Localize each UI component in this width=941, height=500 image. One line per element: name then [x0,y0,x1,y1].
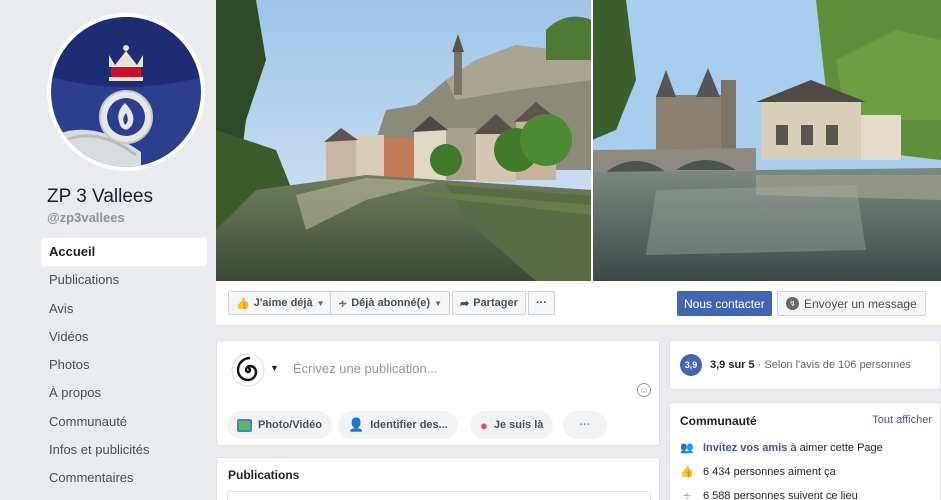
nav-item-publications[interactable]: Publications [41,266,207,294]
invite-friends-row: 👥 Invitez vos amis à aimer cette Page [680,441,883,455]
composer-input-area[interactable]: ▼ Écrivez une publication... ☺ [217,341,659,401]
like-button[interactable]: 👍 J'aime déjà ▼ [228,291,333,315]
invite-friends-text: à aimer cette Page [787,441,883,454]
emoji-icon[interactable]: ☺ [637,383,651,397]
location-pin-icon: ● [480,417,488,433]
likes-row: 👍 6 434 personnes aiment ça [680,465,836,479]
photo-video-label: Photo/Vidéo [258,419,322,431]
rating-summary: 3,9 sur 5 · Selon l'avis de 106 personne… [710,359,911,371]
nav-item-infos-publicites[interactable]: Infos et publicités [41,436,207,464]
community-card: Communauté Tout afficher 👥 Invitez vos a… [669,402,941,500]
photo-video-button[interactable]: Photo/Vidéo [227,411,332,439]
see-all-link[interactable]: Tout afficher [872,414,932,426]
left-column: ZP 3 Vallees @zp3vallees Accueil Publica… [0,0,216,500]
followers-count: 6 588 personnes suivent ce lieu [703,489,858,500]
follow-button[interactable]: ∻ Déjà abonné(e) ▼ [330,291,450,315]
nav-item-communaute[interactable]: Communauté [41,408,207,436]
cover-photo[interactable] [216,0,941,281]
page-nav: Accueil Publications Avis Vidéos Photos … [41,238,207,493]
thumbs-up-icon: 👍 [680,466,694,478]
chevron-down-icon[interactable]: ▼ [270,363,279,373]
invite-friends-link[interactable]: Invitez vos amis [703,442,787,454]
nav-item-a-propos[interactable]: À propos [41,379,207,407]
profile-picture[interactable] [47,13,205,171]
rating-score: 3,9 sur 5 [710,359,755,371]
rating-badge: 3,9 [680,354,702,376]
thumbs-up-icon: 👍 [236,297,250,310]
page-action-bar: 👍 J'aime déjà ▼ ∻ Déjà abonné(e) ▼ ➦ Par… [216,281,941,326]
contact-button[interactable]: Nous contacter [677,291,772,316]
ellipsis-icon: ··· [579,419,591,431]
likes-count: 6 434 personnes aiment ça [703,465,836,478]
page-avatar-spiral-icon [231,353,265,387]
composer-more-button[interactable]: ··· [563,411,607,439]
check-in-label: Je suis là [493,419,544,431]
photo-icon [237,418,252,432]
rating-detail: · Selon l'avis de 106 personnes [754,359,911,371]
page-title[interactable]: ZP 3 Vallees [47,186,153,208]
check-in-button[interactable]: ● Je suis là [470,411,554,439]
follow-button-label: Déjà abonné(e) [351,297,431,309]
tag-people-label: Identifier des... [370,419,448,431]
publication-card [227,491,651,500]
rating-card[interactable]: 3,9 3,9 sur 5 · Selon l'avis de 106 pers… [669,340,941,390]
people-icon: 👥 [680,442,694,454]
nav-item-avis[interactable]: Avis [41,295,207,323]
like-button-label: J'aime déjà [253,297,313,309]
rss-icon: ∻ [338,297,348,310]
share-arrow-icon: ➦ [460,297,470,310]
send-message-button[interactable]: ↯ Envoyer un message [777,291,926,316]
page-handle[interactable]: @zp3vallees [47,210,125,225]
share-button[interactable]: ➦ Partager [452,291,526,315]
tag-people-button[interactable]: 👤 Identifier des... [338,411,458,439]
send-message-label: Envoyer un message [804,296,917,311]
more-actions-button[interactable]: ··· [528,291,555,315]
share-button-label: Partager [473,297,518,309]
composer-placeholder[interactable]: Écrivez une publication... [293,361,438,376]
nav-item-photos[interactable]: Photos [41,351,207,379]
chevron-down-icon: ▼ [316,298,325,308]
ellipsis-icon: ··· [536,297,547,309]
messenger-icon: ↯ [786,297,799,310]
followers-row: ∻ 6 588 personnes suivent ce lieu [680,489,858,500]
nav-item-videos[interactable]: Vidéos [41,323,207,351]
publications-section: Publications [216,457,660,500]
chevron-down-icon: ▼ [434,298,442,308]
post-composer: ▼ Écrivez une publication... ☺ Photo/Vid… [216,340,660,446]
nav-item-commentaires[interactable]: Commentaires [41,464,207,492]
publications-title: Publications [228,468,300,482]
nav-item-accueil[interactable]: Accueil [41,238,207,267]
rss-icon: ∻ [682,490,692,500]
community-title: Communauté [680,414,757,428]
police-emblem-image [51,17,201,167]
tag-person-icon: 👤 [348,417,365,432]
